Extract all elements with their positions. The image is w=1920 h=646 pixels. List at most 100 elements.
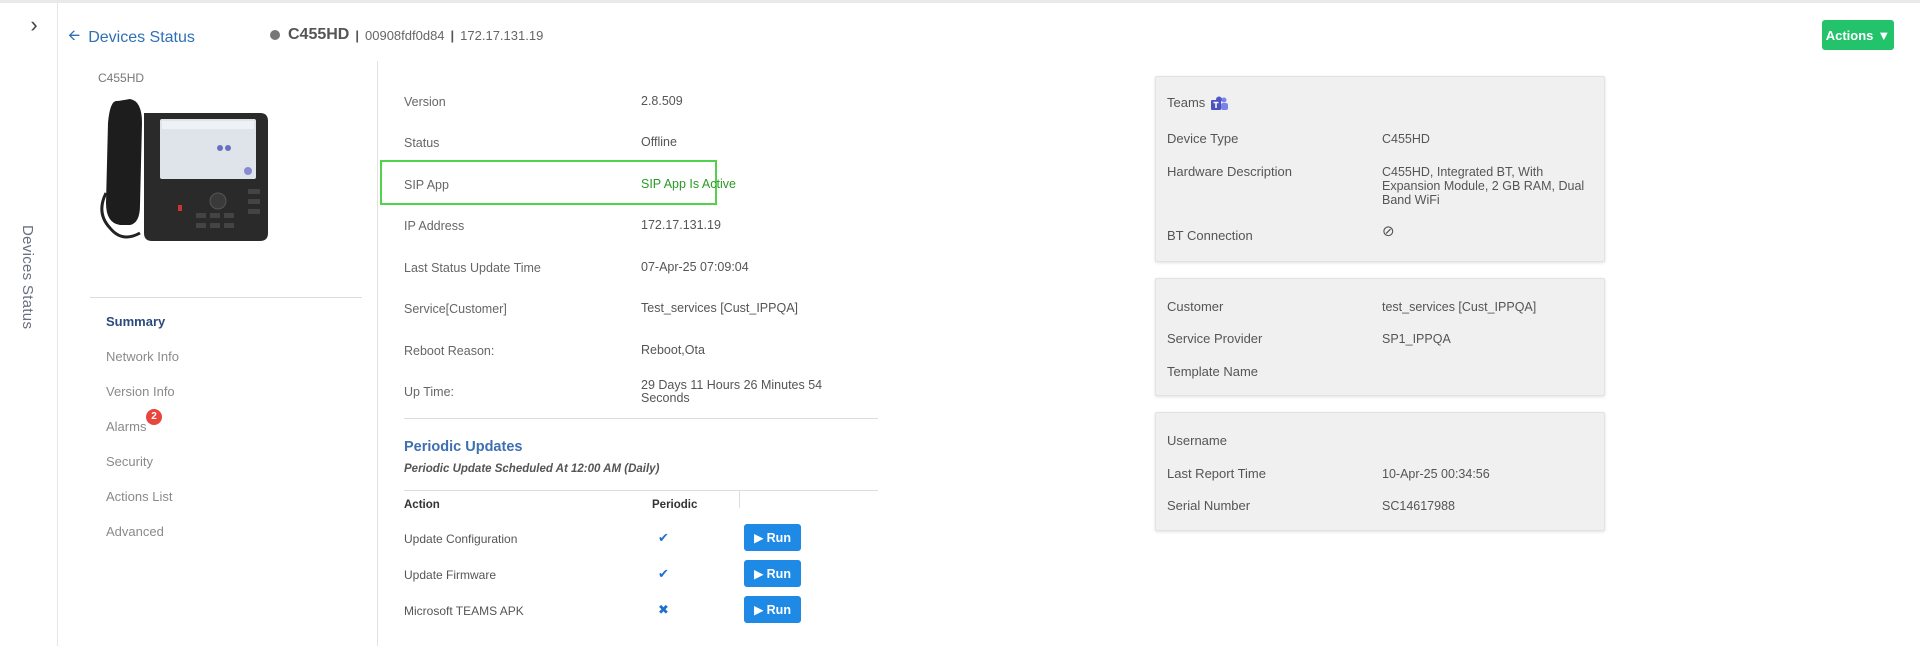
column-separator — [739, 490, 740, 508]
column-header-action: Action — [404, 499, 440, 511]
hardware-description-label: Hardware Description — [1167, 164, 1292, 179]
table-top-border — [404, 490, 878, 491]
nav-item-actions-list[interactable]: Actions List — [106, 488, 179, 523]
action-name: Update Configuration — [404, 532, 518, 546]
detail-key: SIP App — [404, 178, 449, 192]
teams-label-text: Teams — [1167, 95, 1206, 110]
teams-icon — [1210, 96, 1228, 110]
device-model: C455HD — [288, 26, 350, 43]
detail-value: Reboot,Ota — [641, 343, 705, 357]
last-report-time-label: Last Report Time — [1167, 466, 1266, 481]
nav-item-label: Advanced — [106, 524, 164, 539]
bt-connection-label: BT Connection — [1167, 228, 1253, 243]
column-header-periodic: Periodic — [652, 499, 698, 511]
detail-key: IP Address — [404, 219, 465, 233]
back-link-label: Devices Status — [88, 28, 195, 46]
play-icon: ▶ — [754, 603, 764, 617]
service-provider-label: Service Provider — [1167, 331, 1263, 346]
action-name: Microsoft TEAMS APK — [404, 604, 524, 618]
device-type-value: C455HD — [1382, 132, 1430, 146]
nav-item-label: Version Info — [106, 384, 175, 399]
device-model-label: C455HD — [98, 71, 145, 85]
actions-button-label: Actions — [1825, 27, 1874, 43]
service-provider-value: SP1_IPPQA — [1382, 332, 1451, 346]
arrow-left-icon: 🡨 — [68, 27, 81, 44]
run-button[interactable]: ▶ Run — [744, 596, 801, 623]
device-header: C455HD | 00908fdf0d84 | 172.17.131.19 — [270, 26, 543, 44]
separator: | — [450, 27, 455, 43]
side-nav: Summary Network Info Version Info Alarms… — [106, 313, 179, 558]
nav-item-network-info[interactable]: Network Info — [106, 348, 179, 383]
detail-key: Last Status Update Time — [404, 261, 541, 275]
chevron-right-icon[interactable]: › — [22, 13, 46, 37]
sidebar-vertical-label: Devices Status — [19, 225, 36, 330]
left-divider — [90, 297, 362, 298]
back-link[interactable]: 🡨 Devices Status — [68, 25, 195, 50]
caret-down-icon: ▼ — [1877, 27, 1891, 43]
nav-item-label: Actions List — [106, 489, 173, 504]
device-mac: 00908fdf0d84 — [365, 27, 445, 43]
detail-value: SIP App Is Active — [641, 177, 736, 191]
actions-button[interactable]: Actions ▼ — [1822, 20, 1894, 50]
nav-item-alarms[interactable]: Alarms 2 — [106, 409, 179, 453]
nav-item-label: Network Info — [106, 349, 179, 364]
table-row: Update Configuration ✔ ▶ Run — [404, 524, 884, 554]
detail-value: 29 Days 11 Hours 26 Minutes 54 Seconds — [641, 378, 823, 405]
cross-icon: ✖ — [658, 602, 669, 617]
main-panel: 🡨 Devices Status C455HD | 00908fdf0d84 |… — [58, 3, 1920, 646]
hardware-description-value: C455HD, Integrated BT, With Expansion Mo… — [1382, 165, 1585, 207]
report-card: Username Last Report Time 10-Apr-25 00:3… — [1155, 412, 1605, 531]
run-button[interactable]: ▶ Run — [744, 560, 801, 587]
username-label: Username — [1167, 433, 1227, 448]
detail-value: 172.17.131.19 — [641, 218, 721, 232]
detail-value: Offline — [641, 135, 677, 149]
customer-card: Customer test_services [Cust_IPPQA] Serv… — [1155, 278, 1605, 396]
status-dot-icon — [270, 30, 280, 40]
detail-key: Version — [404, 95, 446, 109]
run-button-label: Run — [766, 566, 791, 581]
phone-image — [100, 99, 268, 241]
column-divider — [377, 61, 378, 646]
run-button[interactable]: ▶ Run — [744, 524, 801, 551]
checkmark-icon: ✔ — [658, 566, 669, 581]
customer-value: test_services [Cust_IPPQA] — [1382, 300, 1537, 314]
template-name-label: Template Name — [1167, 364, 1259, 379]
disabled-icon: ⊘ — [1382, 223, 1395, 240]
table-row: Update Firmware ✔ ▶ Run — [404, 560, 884, 590]
section-divider — [404, 418, 878, 419]
detail-key: Service[Customer] — [404, 302, 507, 316]
nav-item-advanced[interactable]: Advanced — [106, 523, 179, 558]
detail-key: Status — [404, 136, 440, 150]
serial-number-value: SC14617988 — [1382, 499, 1455, 513]
device-ip: 172.17.131.19 — [460, 27, 544, 43]
device-type-label: Device Type — [1167, 131, 1239, 146]
periodic-updates-title: Periodic Updates — [404, 439, 523, 455]
separator: | — [355, 27, 359, 43]
detail-value: 2.8.509 — [641, 94, 683, 108]
device-info-card: Teams Device Type C455HD Hardware Descri… — [1155, 76, 1605, 262]
nav-item-security[interactable]: Security — [106, 453, 179, 488]
play-icon: ▶ — [754, 531, 764, 545]
checkmark-icon: ✔ — [658, 530, 669, 545]
table-row: Microsoft TEAMS APK ✖ ▶ Run — [404, 596, 884, 626]
run-button-label: Run — [766, 602, 791, 617]
alarm-count-badge: 2 — [146, 409, 162, 425]
detail-value: Test_services [Cust_IPPQA] — [641, 301, 799, 315]
nav-item-summary[interactable]: Summary — [106, 313, 179, 348]
last-report-time-value: 10-Apr-25 00:34:56 — [1382, 467, 1490, 481]
app-frame: › Devices Status 🡨 Devices Status C455HD… — [0, 0, 1920, 646]
action-name: Update Firmware — [404, 568, 497, 582]
nav-item-version-info[interactable]: Version Info — [106, 383, 179, 418]
collapsed-sidebar: › Devices Status — [0, 3, 58, 646]
device-summary-column: C455HD Summary Network Info Version Info… — [58, 61, 378, 646]
teams-label: Teams — [1167, 95, 1229, 112]
serial-number-label: Serial Number — [1167, 498, 1251, 513]
detail-key: Reboot Reason: — [404, 344, 495, 358]
nav-item-label: Summary — [106, 314, 166, 329]
play-icon: ▶ — [754, 567, 764, 581]
run-button-label: Run — [766, 530, 791, 545]
nav-item-label: Security — [106, 454, 153, 469]
periodic-updates-schedule: Periodic Update Scheduled At 12:00 AM (D… — [404, 463, 660, 475]
detail-key: Up Time: — [404, 385, 455, 399]
detail-value: 07-Apr-25 07:09:04 — [641, 260, 749, 274]
